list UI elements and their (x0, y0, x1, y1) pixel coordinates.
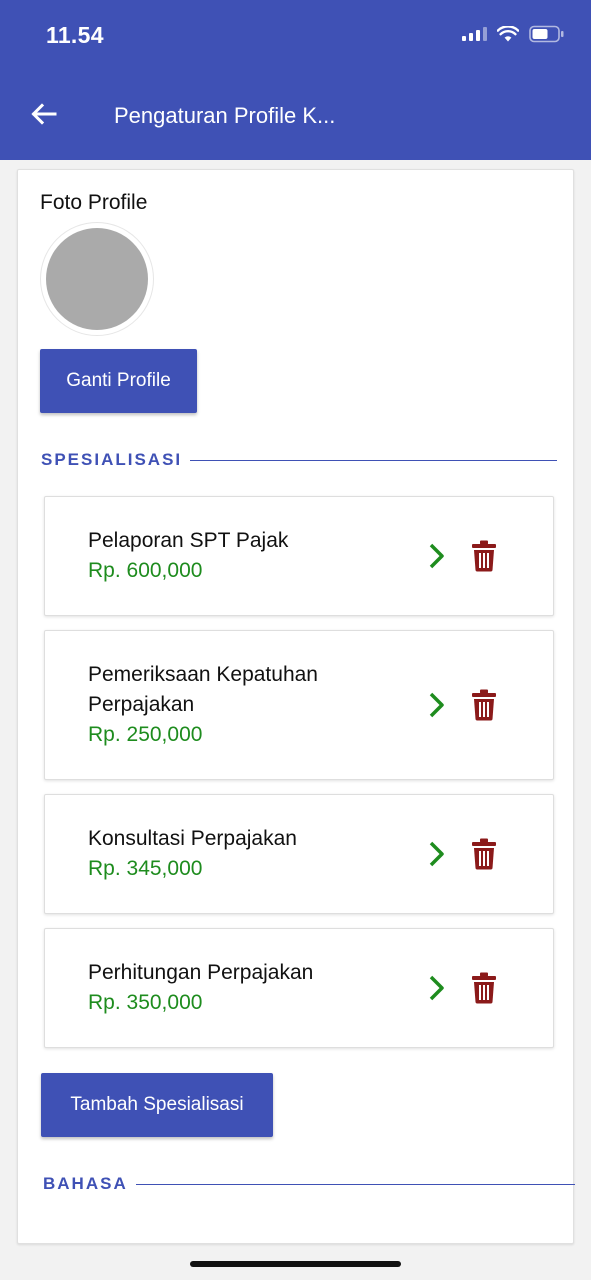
specialization-name: Pelaporan SPT Pajak (88, 529, 289, 552)
status-time: 11.54 (46, 22, 104, 48)
back-button[interactable] (28, 98, 60, 130)
page-title: Pengaturan Profile K... (114, 103, 336, 128)
avatar[interactable] (40, 222, 154, 336)
specialization-section-header: SPESIALISASI (41, 450, 557, 470)
trash-icon[interactable] (471, 972, 497, 1004)
language-section-header: BAHASA (43, 1174, 575, 1194)
add-specialization-button[interactable]: Tambah Spesialisasi (41, 1073, 273, 1137)
trash-icon[interactable] (471, 689, 497, 721)
avatar-placeholder (46, 228, 148, 330)
app-header: 11.54 Pengaturan Profile K... (0, 0, 591, 160)
chevron-right-icon[interactable] (427, 691, 447, 719)
section-divider (135, 1183, 575, 1185)
specialization-name: Perhitungan Perpajakan (88, 961, 314, 984)
specialization-price: Rp. 350,000 (88, 991, 203, 1014)
chevron-right-icon[interactable] (427, 840, 447, 868)
profile-settings-card: Foto Profile Ganti Profile SPESIALISASI … (17, 169, 575, 1244)
trash-icon[interactable] (471, 838, 497, 870)
section-title: SPESIALISASI (41, 450, 183, 469)
specialization-price: Rp. 600,000 (88, 559, 203, 582)
specialization-item[interactable]: Pelaporan SPT Pajak Rp. 600,000 (44, 496, 554, 616)
section-divider (190, 459, 557, 461)
trash-icon[interactable] (471, 540, 497, 572)
section-title: BAHASA (43, 1174, 128, 1193)
wifi-icon (497, 26, 519, 42)
battery-icon (529, 25, 564, 43)
specialization-item[interactable]: Pemeriksaan Kepatuhan Perpajakan Rp. 250… (44, 630, 554, 780)
specialization-price: Rp. 345,000 (88, 857, 203, 880)
photo-profile-label: Foto Profile (40, 191, 148, 214)
change-profile-button[interactable]: Ganti Profile (40, 349, 197, 413)
chevron-right-icon[interactable] (427, 974, 447, 1002)
specialization-name: Pemeriksaan Kepatuhan Perpajakan (88, 663, 318, 716)
specialization-item[interactable]: Perhitungan Perpajakan Rp. 350,000 (44, 928, 554, 1048)
home-indicator[interactable] (190, 1261, 401, 1267)
specialization-name: Konsultasi Perpajakan (88, 827, 297, 850)
specialization-item[interactable]: Konsultasi Perpajakan Rp. 345,000 (44, 794, 554, 914)
chevron-right-icon[interactable] (427, 542, 447, 570)
specialization-price: Rp. 250,000 (88, 723, 203, 746)
arrow-left-icon (31, 103, 57, 125)
signal-icon (462, 27, 487, 41)
status-icons (462, 25, 565, 43)
